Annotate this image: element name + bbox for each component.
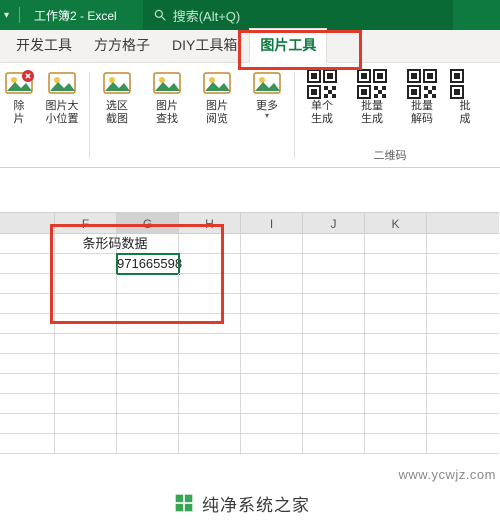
- search-placeholder: 搜索(Alt+Q): [173, 6, 241, 25]
- col-header-tail[interactable]: [427, 212, 499, 234]
- table-row: [0, 314, 500, 334]
- active-cell[interactable]: 971665598: [117, 254, 179, 274]
- capture-icon: [101, 68, 133, 100]
- cell-header[interactable]: 条形码数据: [55, 234, 179, 254]
- watermark-text: www.ycwjz.com: [398, 467, 496, 482]
- qr-batch-decode-button[interactable]: 批量 解码: [402, 68, 442, 126]
- cell[interactable]: [365, 254, 427, 274]
- col-header-K[interactable]: K: [365, 212, 427, 234]
- table-row: [0, 374, 500, 394]
- cell[interactable]: [0, 234, 55, 254]
- qr-single-gen-button[interactable]: 单个 生成: [302, 68, 342, 126]
- table-row: [0, 334, 500, 354]
- grid-rows: 条形码数据 971665598: [0, 234, 500, 454]
- table-row: 条形码数据: [0, 234, 500, 254]
- ribbon-group-1: 除 片 图片大 小位置: [2, 68, 86, 167]
- brand-logo-icon: [174, 493, 194, 513]
- brand-bar: 纯净系统之家: [0, 486, 500, 520]
- picture-size-button[interactable]: 图片大 小位置: [42, 68, 82, 126]
- col-header-partial[interactable]: [0, 212, 55, 234]
- brand-text: 纯净系统之家: [202, 491, 310, 516]
- cell[interactable]: [303, 254, 365, 274]
- document-title: 工作簿2 - Excel: [34, 7, 117, 24]
- qr-icon: [356, 68, 388, 100]
- selection-capture-button[interactable]: 选区 截图: [97, 68, 137, 126]
- grid-spacer: [0, 168, 500, 212]
- delete-picture-button[interactable]: 除 片: [6, 68, 32, 126]
- cell[interactable]: [179, 254, 241, 274]
- ribbon-group-label: 二维码: [298, 147, 482, 163]
- tab-diy-tools[interactable]: DIY工具箱: [162, 29, 247, 62]
- table-row: [0, 434, 500, 454]
- col-header-F[interactable]: F: [55, 212, 117, 234]
- ribbon-separator: [89, 72, 90, 158]
- table-row: [0, 414, 500, 434]
- ribbon-tabs: 开发工具 方方格子 DIY工具箱 图片工具: [0, 30, 500, 63]
- search-icon: [153, 8, 167, 22]
- tab-dev-tools[interactable]: 开发工具: [6, 29, 82, 62]
- picture-view-icon: [201, 68, 233, 100]
- picture-size-icon: [46, 68, 78, 100]
- tab-picture-tools[interactable]: 图片工具: [249, 28, 327, 63]
- title-bar: ▾ 工作簿2 - Excel 搜索(Alt+Q): [0, 0, 500, 30]
- qr-icon: [406, 68, 438, 100]
- quick-access-toolbar: ▾: [0, 7, 28, 23]
- cell[interactable]: [365, 234, 427, 254]
- qr-icon: [449, 68, 481, 100]
- qr-icon: [306, 68, 338, 100]
- tab-fanggezi[interactable]: 方方格子: [84, 29, 160, 62]
- qat-dropdown-icon[interactable]: ▾: [4, 10, 9, 21]
- ribbon-separator: [294, 72, 295, 158]
- qr-batch-gen-button[interactable]: 批量 生成: [352, 68, 392, 126]
- qat-separator: [19, 7, 20, 23]
- ribbon: 除 片 图片大 小位置 选区 截图 图片 查找 图片 阅览: [0, 63, 500, 168]
- spreadsheet: F G H I J K 条形码数据 971665598: [0, 168, 500, 454]
- picture-view-button[interactable]: 图片 阅览: [197, 68, 237, 126]
- column-headers: F G H I J K: [0, 212, 500, 234]
- picture-find-icon: [151, 68, 183, 100]
- table-row: [0, 354, 500, 374]
- qr-batch-make-button[interactable]: 批 成: [452, 68, 478, 126]
- col-header-J[interactable]: J: [303, 212, 365, 234]
- more-icon: [251, 68, 283, 100]
- cell[interactable]: [427, 254, 499, 274]
- table-row: [0, 294, 500, 314]
- cell[interactable]: [0, 254, 55, 274]
- table-row: 971665598: [0, 254, 500, 274]
- ribbon-group-qrcode: 单个 生成 批量 生成 批量 解码 批 成 二维码: [298, 68, 482, 167]
- cell[interactable]: [241, 234, 303, 254]
- chevron-down-icon: ▾: [265, 111, 269, 120]
- ribbon-group-2: 选区 截图 图片 查找 图片 阅览 更多 ▾: [93, 68, 291, 167]
- col-header-I[interactable]: I: [241, 212, 303, 234]
- picture-find-button[interactable]: 图片 查找: [147, 68, 187, 126]
- table-row: [0, 394, 500, 414]
- col-header-G[interactable]: G: [117, 212, 179, 234]
- search-box[interactable]: 搜索(Alt+Q): [143, 0, 453, 30]
- cell[interactable]: [55, 254, 117, 274]
- more-button[interactable]: 更多 ▾: [247, 68, 287, 126]
- table-row: [0, 274, 500, 294]
- cell[interactable]: [179, 234, 241, 254]
- col-header-H[interactable]: H: [179, 212, 241, 234]
- picture-delete-icon: [3, 68, 35, 100]
- cell[interactable]: [241, 254, 303, 274]
- cell[interactable]: [427, 234, 499, 254]
- cell[interactable]: [303, 234, 365, 254]
